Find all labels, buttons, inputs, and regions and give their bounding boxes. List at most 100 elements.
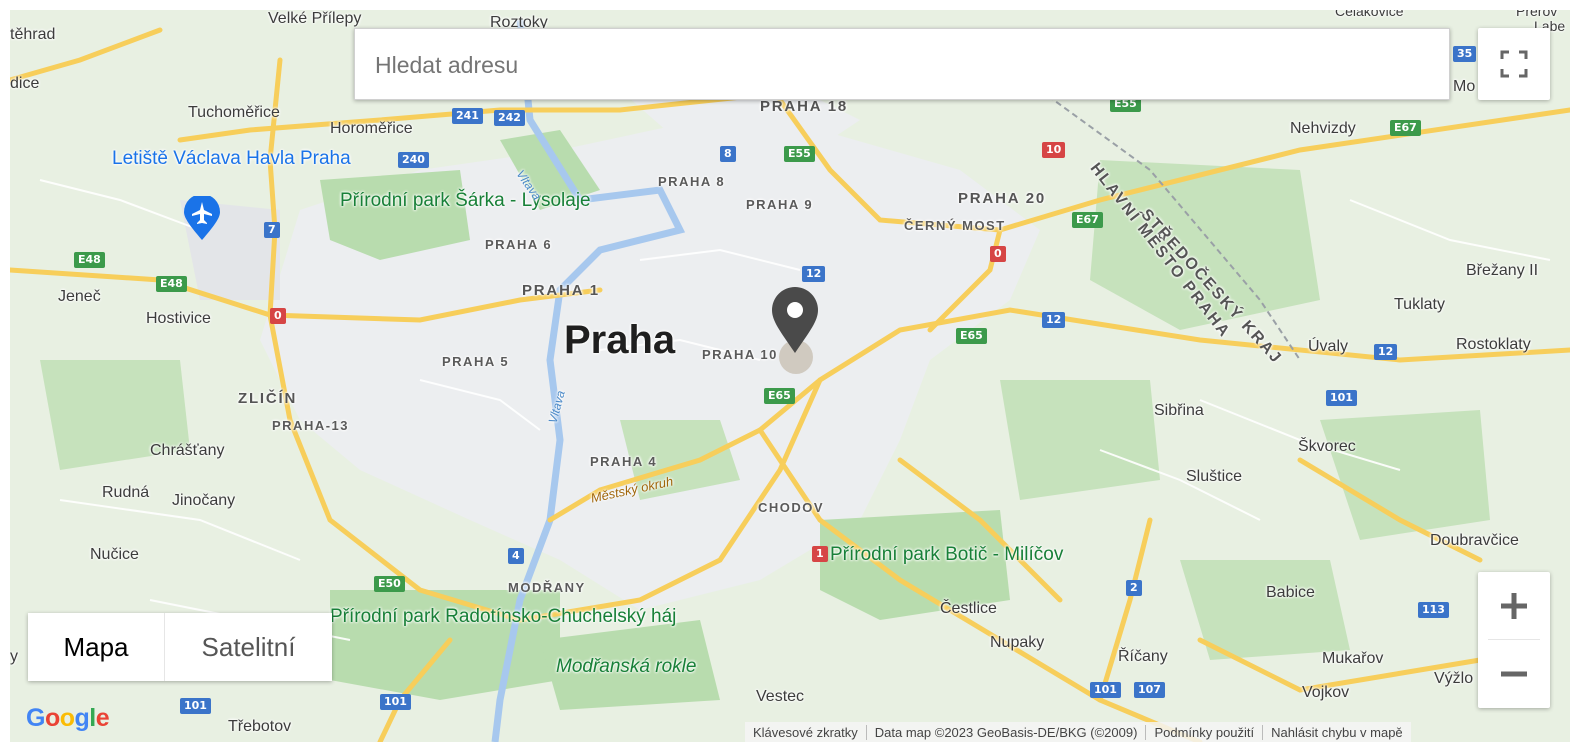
town-label: Výžlo [1434, 670, 1474, 687]
district-label: PRAHA 8 [658, 174, 726, 189]
minus-icon [1501, 671, 1527, 676]
town-label: Třebotov [228, 718, 292, 735]
district-label: PRAHA 10 [702, 347, 778, 362]
town-label: Tuchoměřice [188, 104, 280, 121]
town-label: Babice [1266, 584, 1315, 601]
road-shield: 241 [452, 108, 483, 124]
attribution-bar: Klávesové zkratky Data map ©2023 GeoBasi… [745, 722, 1411, 742]
road-shield: 12 [1374, 344, 1398, 360]
fullscreen-button[interactable] [1478, 28, 1550, 100]
road-shield: E65 [956, 328, 987, 344]
road-shield: 2 [1126, 580, 1142, 596]
airport-label: Letiště Václava Havla Praha [112, 148, 351, 169]
map-type-control: Mapa Satelitní [28, 613, 332, 681]
road-shield: 240 [398, 152, 429, 168]
road-shield: E67 [1072, 212, 1103, 228]
town-label: Břežany II [1466, 262, 1539, 279]
district-label: PRAHA 9 [746, 197, 814, 212]
town-label: Nehvizdy [1290, 120, 1356, 137]
district-label: ZLIČÍN [238, 390, 298, 407]
plus-icon [1501, 592, 1527, 619]
district-label: MODŘANY [508, 580, 586, 595]
road-shield: 107 [1134, 682, 1165, 698]
road-shield: 101 [1090, 682, 1121, 698]
town-label: Rostoklaty [1456, 336, 1531, 353]
district-label: PRAHA 6 [485, 237, 553, 252]
town-label: Jinočany [172, 492, 236, 509]
park-label: Přírodní park Šárka - Lysolaje [340, 190, 591, 211]
park-label: Modřanská rokle [556, 656, 697, 677]
town-label: Rudná [102, 484, 150, 501]
district-label: CHODOV [758, 500, 825, 515]
town-label: Sibřina [1154, 402, 1204, 419]
road-shield: 242 [494, 110, 525, 126]
town-label: Chrášťany [150, 442, 225, 459]
town-label: Vojkov [1302, 684, 1350, 701]
town-label: Hostivice [146, 310, 211, 327]
town-label: Horoměřice [330, 120, 413, 137]
airplane-icon [184, 196, 220, 240]
road-shield: 8 [720, 146, 736, 162]
road-shield: 35 [1453, 46, 1477, 62]
logo-letter: o [44, 704, 60, 732]
park-label: Přírodní park Radotínsko-Chuchelský háj [330, 606, 677, 627]
zoom-in-button[interactable] [1478, 572, 1550, 639]
town-label: těhrad [10, 26, 56, 43]
road-shield: 10 [1042, 142, 1066, 158]
keyboard-shortcuts-link[interactable]: Klávesové zkratky [745, 724, 867, 740]
search-box[interactable] [354, 28, 1450, 101]
logo-letter: o [59, 704, 75, 732]
fullscreen-icon [1500, 50, 1528, 78]
town-label: Doubravčice [1430, 532, 1519, 549]
terms-link[interactable]: Podmínky použití [1146, 724, 1264, 740]
road-shield: 113 [1418, 602, 1449, 618]
town-label: dice [10, 75, 40, 92]
road-shield: E65 [764, 388, 795, 404]
town-label: Jeneč [58, 288, 101, 305]
road-shield: 12 [802, 266, 826, 282]
town-label: Nupaky [990, 634, 1045, 651]
logo-letter: G [26, 704, 45, 732]
city-label: Praha [564, 318, 676, 362]
town-label: y [10, 648, 18, 665]
district-label: PRAHA-13 [272, 418, 350, 433]
district-label: ČERNÝ MOST [904, 218, 1006, 233]
google-logo[interactable]: Google [26, 704, 110, 733]
district-label: PRAHA 1 [522, 282, 600, 299]
road-shield: 101 [380, 694, 411, 710]
town-label: Velké Přílepy [268, 10, 362, 27]
zoom-out-button[interactable] [1478, 640, 1550, 707]
road-shield: 1 [812, 546, 828, 562]
frame-left [0, 0, 10, 742]
road-shield: E48 [156, 276, 187, 292]
map-pin-icon[interactable] [770, 287, 820, 355]
town-label: Tuklaty [1394, 296, 1445, 313]
district-label: PRAHA 5 [442, 354, 510, 369]
search-input[interactable] [373, 29, 1417, 101]
road-shield: E50 [374, 576, 405, 592]
map-type-satellite-button[interactable]: Satelitní [164, 613, 332, 681]
road-shield: E48 [74, 252, 105, 268]
town-label: Škvorec [1298, 438, 1356, 455]
frame-top [0, 0, 1570, 10]
road-shield: E55 [784, 146, 815, 162]
park-label: Přírodní park Botič - Milíčov [830, 544, 1064, 565]
road-shield: 12 [1042, 312, 1066, 328]
town-label: Nučice [90, 546, 139, 563]
zoom-control [1478, 572, 1550, 708]
road-shield: E67 [1390, 120, 1421, 136]
map-type-map-button[interactable]: Mapa [28, 613, 164, 681]
road-shield: 101 [1326, 390, 1357, 406]
town-label: Úvaly [1308, 338, 1349, 355]
road-shield: 4 [508, 548, 524, 564]
report-error-link[interactable]: Nahlásit chybu v mapě [1263, 725, 1411, 740]
town-label: Mukařov [1322, 650, 1384, 667]
town-label: Říčany [1118, 648, 1168, 665]
map-data-text: Data map ©2023 GeoBasis-DE/BKG (©2009) [867, 724, 1147, 740]
road-shield: 7 [264, 222, 280, 238]
district-label: PRAHA 20 [958, 190, 1047, 207]
road-shield: 101 [180, 698, 211, 714]
road-shield: 0 [270, 308, 286, 324]
district-label: PRAHA 4 [590, 454, 658, 469]
logo-letter: g [74, 704, 90, 732]
